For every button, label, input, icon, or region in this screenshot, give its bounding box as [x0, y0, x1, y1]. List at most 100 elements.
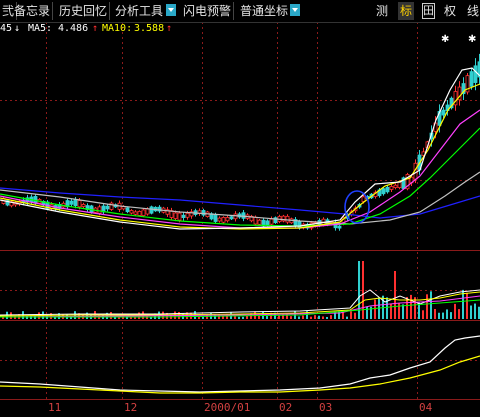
up-arrow-icon: ↑	[166, 23, 173, 34]
candle-body	[129, 210, 134, 214]
kline-chart[interactable]: ✱ ✱	[0, 0, 480, 417]
volume-bar	[314, 315, 316, 319]
volume-bar	[202, 316, 204, 319]
indicator-lines	[0, 335, 480, 394]
candle-body	[181, 214, 186, 218]
volume-bar	[354, 312, 356, 319]
star-marker-icon: ✱ ✱	[441, 34, 476, 45]
volume-bar	[398, 303, 400, 319]
candle-body	[213, 214, 218, 222]
volume-bar	[310, 316, 312, 319]
candle-body	[229, 216, 234, 220]
coordinate-button[interactable]: 普通坐标	[240, 2, 288, 20]
volume-bar	[466, 292, 468, 319]
volume-bar	[330, 315, 332, 319]
ma20-line	[0, 109, 480, 229]
measure-button[interactable]: 测	[376, 2, 388, 20]
mark-button[interactable]: 标	[398, 2, 415, 20]
dropdown-arrow-icon[interactable]	[166, 4, 176, 16]
candle-body	[137, 210, 142, 216]
candle-body	[397, 181, 402, 189]
volume-bar	[430, 291, 432, 319]
rights-button[interactable]: 权	[444, 2, 456, 20]
candle-body	[177, 212, 182, 221]
candle-body	[133, 211, 138, 215]
volume-bar	[446, 309, 448, 319]
volume-bar	[258, 315, 260, 319]
candle-body	[297, 221, 302, 229]
analysis-tools-button[interactable]: 分析工具	[115, 2, 163, 20]
candle-body	[337, 225, 342, 229]
volume-bar	[402, 304, 404, 319]
volume-bar	[474, 303, 476, 319]
volume-bar	[234, 316, 236, 319]
volume-bar	[110, 312, 112, 319]
candle-body	[393, 184, 398, 188]
x-axis-label: 02	[279, 401, 293, 414]
candle-body	[81, 204, 86, 207]
candle-body	[473, 65, 478, 83]
x-axis-label: 11	[48, 401, 62, 414]
candle-body	[125, 207, 130, 213]
ma10-label: MA10:	[102, 23, 133, 34]
x-axis-label: 2000/01	[204, 401, 251, 414]
candle-body	[105, 205, 110, 210]
toolbar: 弐 备忘录 历史回忆 分析工具 闪电预警 普通坐标 测 标 田 权 线	[0, 0, 480, 23]
candle-body	[201, 210, 206, 216]
chart-grid	[0, 22, 480, 400]
candle-body	[149, 206, 154, 214]
candle-body	[141, 209, 146, 217]
candle-body	[385, 186, 390, 193]
volume-bar	[286, 313, 288, 319]
candle-body	[73, 199, 78, 206]
volume-bar	[298, 316, 300, 319]
volume-bar	[470, 305, 472, 319]
volume-bar	[266, 316, 268, 319]
candle-body	[285, 215, 290, 223]
volume-bar	[238, 316, 240, 319]
volume-bar	[426, 294, 428, 319]
volume-bar	[422, 310, 424, 319]
volume-bar	[290, 316, 292, 319]
volume-bar	[346, 316, 348, 319]
candle-body	[225, 217, 230, 222]
volume-bar	[390, 303, 392, 319]
up-arrow-icon: ↑	[92, 23, 99, 34]
candle-body	[241, 212, 246, 219]
ma5-value: 4.486	[58, 23, 89, 34]
memo-button[interactable]: 备忘录	[12, 2, 54, 20]
candle-body	[257, 219, 262, 225]
history-button[interactable]: 历史回忆	[57, 2, 111, 20]
volume-bar	[434, 308, 436, 319]
volume-bar	[318, 315, 320, 319]
volume-bar	[362, 261, 364, 319]
candle-body	[221, 217, 226, 223]
volume-bar	[454, 303, 456, 319]
line-button[interactable]: 线	[467, 2, 479, 20]
dropdown-arrow-icon[interactable]	[290, 4, 300, 16]
ma-prev-value: 45	[0, 23, 13, 34]
candle-body	[441, 109, 446, 116]
svg-text:✱: ✱	[468, 34, 476, 45]
x-axis-label: 03	[319, 401, 333, 414]
volume-bar	[438, 312, 440, 319]
candle-body	[97, 206, 102, 214]
x-axis-label: 12	[124, 401, 138, 414]
volume-bar	[410, 294, 412, 319]
volume-bar	[242, 316, 244, 319]
candle-body	[69, 200, 74, 205]
volume-bar	[374, 299, 376, 319]
volume-bar	[442, 312, 444, 319]
candle-body	[469, 71, 474, 87]
volume-bar	[394, 271, 396, 319]
ma5-label: MA5:	[28, 23, 53, 34]
candle-body	[269, 218, 274, 225]
volume-bar	[302, 315, 304, 319]
grid-button[interactable]: 田	[422, 3, 435, 19]
candle-body	[253, 216, 258, 225]
down-arrow-icon: ↓	[14, 23, 21, 34]
x-axis-label: 04	[419, 401, 433, 414]
flash-alert-button[interactable]: 闪电预警	[181, 2, 235, 20]
candle-body	[173, 212, 178, 219]
volume-bar	[322, 316, 324, 319]
